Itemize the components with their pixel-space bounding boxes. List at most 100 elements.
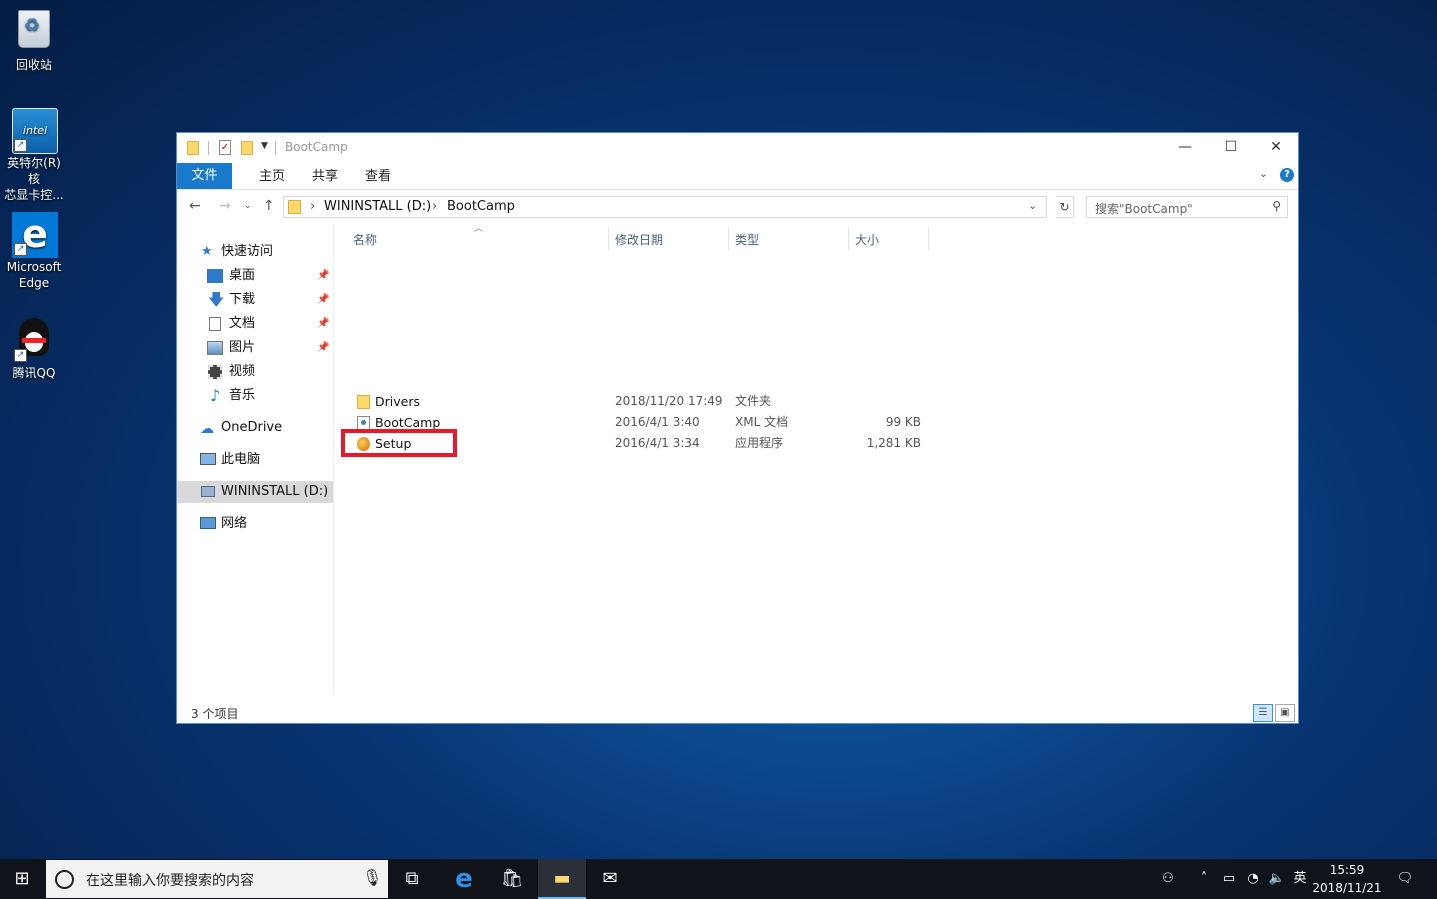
file-row-drivers[interactable]: Drivers 2018/11/20 17:49 文件夹 [343, 391, 1103, 412]
desktop-icon-label: 英特尔(R) 核芯显卡控... [4, 156, 64, 202]
recent-locations-button[interactable]: ⌄ [244, 201, 252, 211]
tab-share[interactable]: 共享 [298, 166, 352, 188]
cloud-icon: ☁ [200, 421, 214, 437]
desktop-icon-recycle-bin[interactable]: 回收站 [0, 6, 68, 73]
desktop-icon-edge[interactable]: e ↗ Microsoft Edge [0, 212, 68, 291]
pin-icon: 📌 [317, 270, 330, 281]
folder-icon [187, 141, 199, 155]
pane-divider[interactable] [333, 223, 334, 695]
download-icon: 🡇 [208, 290, 225, 309]
people-icon[interactable]: ⚇ [1156, 859, 1180, 899]
search-input[interactable]: 搜索"BootCamp" ⚲ [1086, 196, 1288, 218]
videos-icon [208, 365, 222, 379]
pin-icon: 📌 [317, 318, 330, 329]
desktop-icon [207, 269, 223, 283]
nav-quick-access[interactable]: ★ 快速访问 [177, 241, 333, 263]
help-icon[interactable]: ? [1280, 168, 1294, 182]
search-icon: ⚲ [1272, 199, 1281, 213]
show-hidden-icons-icon[interactable]: ˄ [1192, 859, 1216, 899]
tab-home[interactable]: 主页 [245, 166, 299, 188]
properties-icon[interactable]: ✓ [219, 140, 231, 155]
network-icon [200, 517, 216, 529]
column-header-type[interactable]: 类型 [735, 231, 759, 248]
start-button[interactable]: ⊞ [0, 859, 44, 899]
drive-icon [201, 486, 215, 497]
microphone-icon[interactable]: 🎙 [362, 868, 382, 887]
music-icon: ♪ [210, 386, 221, 405]
cortana-icon [55, 870, 74, 889]
quick-access-toolbar-dropdown-icon[interactable]: ▼ [261, 141, 268, 151]
file-row-setup[interactable]: Setup 2016/4/1 3:34 应用程序 1,281 KB [343, 433, 1103, 454]
file-list: ︿ 名称 修改日期 类型 大小 Drivers 2018/11/20 17:49… [341, 223, 1283, 695]
close-button[interactable]: ✕ [1253, 133, 1299, 163]
breadcrumb-separator-icon: › [310, 199, 316, 214]
divider [208, 141, 209, 155]
file-explorer-taskbar-icon[interactable]: ▬ [538, 859, 586, 899]
clock[interactable]: 15:59 2018/11/21 [1308, 861, 1386, 897]
computer-icon [200, 453, 216, 465]
store-taskbar-icon[interactable]: 🛍 [488, 859, 536, 899]
details-view-button[interactable]: ☰ [1253, 704, 1273, 722]
breadcrumb-drive[interactable]: WININSTALL (D:) [324, 199, 431, 214]
taskbar: ⊞ 在这里输入你要搜索的内容 🎙 ⧉ e 🛍 ▬ ✉ ⚇ ˄ ▭ ◔ 🔈 英 1… [0, 859, 1437, 899]
breadcrumb-folder[interactable]: BootCamp [447, 199, 515, 214]
nav-drive-d[interactable]: WININSTALL (D:) [177, 481, 333, 503]
network-tray-icon[interactable]: ◔ [1242, 859, 1264, 899]
expand-ribbon-icon[interactable]: ⌄ [1259, 167, 1268, 180]
column-divider[interactable] [848, 227, 849, 251]
minimize-button[interactable]: — [1162, 133, 1208, 163]
address-bar[interactable]: › WININSTALL (D:) › BootCamp ⌄ [283, 196, 1047, 218]
pin-icon: 📌 [317, 342, 330, 353]
column-divider[interactable] [608, 227, 609, 251]
nav-downloads[interactable]: 🡇 下载 📌 [177, 289, 333, 311]
pin-icon: 📌 [317, 294, 330, 305]
nav-videos[interactable]: 视频 [177, 361, 333, 383]
nav-this-pc[interactable]: 此电脑 [177, 449, 333, 471]
folder-icon [288, 200, 301, 214]
desktop-icon-label: 腾讯QQ [12, 366, 56, 380]
column-divider[interactable] [728, 227, 729, 251]
back-button[interactable]: ← [189, 198, 201, 214]
file-explorer-window: ✓ ▼ BootCamp — ☐ ✕ 文件 主页 共享 查看 ⌄? ← → ⌄ … [176, 132, 1299, 724]
task-view-button[interactable]: ⧉ [388, 859, 436, 899]
column-divider[interactable] [928, 227, 929, 251]
tab-view[interactable]: 查看 [351, 166, 405, 188]
nav-desktop[interactable]: 桌面 📌 [177, 265, 333, 287]
column-header-name[interactable]: 名称 [353, 231, 377, 248]
desktop-icon-label: 回收站 [15, 58, 52, 72]
battery-icon[interactable]: ▭ [1218, 859, 1240, 899]
notification-icon[interactable]: 🗨 [1392, 859, 1418, 899]
forward-button[interactable]: → [219, 198, 231, 214]
clock-time: 15:59 [1329, 863, 1365, 877]
file-row-bootcamp-xml[interactable]: BootCamp 2016/4/1 3:40 XML 文档 99 KB [343, 412, 1103, 433]
nav-onedrive[interactable]: ☁ OneDrive [177, 417, 333, 439]
large-icons-view-button[interactable]: ▣ [1275, 704, 1295, 722]
pictures-icon [207, 341, 223, 355]
column-header-size[interactable]: 大小 [855, 231, 879, 248]
maximize-button[interactable]: ☐ [1208, 133, 1254, 163]
nav-documents[interactable]: 文档 📌 [177, 313, 333, 335]
nav-pictures[interactable]: 图片 📌 [177, 337, 333, 359]
taskbar-search[interactable]: 在这里输入你要搜索的内容 🎙 [46, 860, 388, 898]
shortcut-arrow-icon: ↗ [14, 243, 27, 256]
tab-file[interactable]: 文件 [177, 163, 232, 189]
highlight-box [341, 429, 457, 457]
volume-icon[interactable]: 🔈 [1266, 859, 1288, 899]
xml-file-icon [357, 416, 370, 430]
refresh-button[interactable]: ↻ [1056, 196, 1074, 218]
mail-taskbar-icon[interactable]: ✉ [586, 859, 634, 899]
ime-indicator[interactable]: 英 [1290, 859, 1310, 899]
up-button[interactable]: ↑ [263, 198, 275, 214]
desktop-icon-intel-graphics[interactable]: intel ↗ 英特尔(R) 核芯显卡控... [0, 108, 68, 203]
new-folder-icon[interactable] [241, 141, 253, 155]
nav-music[interactable]: ♪ 音乐 [177, 385, 333, 407]
address-dropdown-icon[interactable]: ⌄ [1028, 199, 1037, 212]
nav-network[interactable]: 网络 [177, 513, 333, 535]
ribbon: 文件 主页 共享 查看 ⌄? [177, 163, 1298, 190]
edge-taskbar-icon[interactable]: e [440, 859, 488, 899]
clock-date: 2018/11/21 [1312, 881, 1382, 895]
star-icon: ★ [201, 244, 213, 259]
desktop-icon-qq[interactable]: ↗ 腾讯QQ [0, 316, 68, 381]
column-header-date[interactable]: 修改日期 [615, 231, 663, 248]
item-count: 3 个项目 [191, 707, 239, 721]
